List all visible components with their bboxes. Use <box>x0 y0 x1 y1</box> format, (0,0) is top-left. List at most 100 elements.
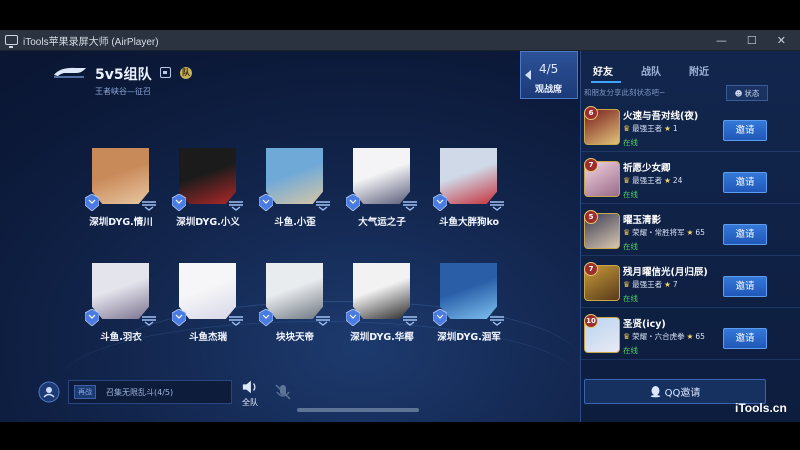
row-divider <box>581 359 800 360</box>
team-badge-icon[interactable]: 队 <box>180 67 192 79</box>
friend-rank: ♛ 荣耀・六合虎拳 ★ 65 <box>623 331 705 342</box>
friend-online-status: 在线 <box>623 242 638 251</box>
rank-badge-icon <box>432 308 448 327</box>
friend-row[interactable]: 10 圣贤(icy) ♛ 荣耀・六合虎拳 ★ 65 在线 邀请 <box>581 312 800 360</box>
status-share-input[interactable]: 和朋友分享此刻状态吧~ <box>584 87 724 98</box>
player-slot[interactable]: 深圳DYG.华椰 <box>344 263 420 363</box>
star-icon: ★ <box>664 280 671 289</box>
tab-nearby[interactable]: 附近 <box>689 63 709 78</box>
player-name: 大气运之子 <box>358 217 406 228</box>
watermark: iTools.cn <box>735 401 787 415</box>
rank-badge-icon <box>84 193 100 212</box>
spectator-label: 观战席 <box>535 85 563 95</box>
player-name: 斗鱼杰瑞 <box>188 332 227 343</box>
rank-crown-icon: ♛ <box>623 280 631 289</box>
friends-panel: 好友 战队 附近 和朋友分享此刻状态吧~ ☻ 状态 6 火速与吾对线(夜) ♛ 最强王… <box>580 51 800 422</box>
status-icon: ☻ <box>734 88 743 98</box>
friend-online-status: 在线 <box>623 346 638 355</box>
player-slot[interactable]: 大气运之子 <box>344 148 420 248</box>
friend-name: 圣贤(icy) <box>623 319 666 330</box>
star-icon: ★ <box>664 124 671 133</box>
position-swap-icon[interactable] <box>141 196 157 211</box>
player-name: 斗鱼.羽衣 <box>100 332 142 343</box>
player-name: 斗鱼大胖狗ko <box>438 217 500 228</box>
row-divider <box>581 151 800 152</box>
qq-penguin-icon <box>650 386 660 398</box>
room-settings-icon[interactable] <box>160 67 171 78</box>
chat-placeholder: 召集无限乱斗(4/5) <box>106 387 174 397</box>
mic-muted-button[interactable] <box>272 381 294 403</box>
star-icon: ★ <box>686 332 694 341</box>
team-voice-label: 全队 <box>242 398 258 407</box>
chat-channel-tag[interactable]: 再战 <box>74 385 96 399</box>
star-icon: ★ <box>686 228 694 237</box>
position-swap-icon[interactable] <box>402 311 418 326</box>
active-tab-indicator <box>591 81 621 83</box>
invite-button[interactable]: 邀请 <box>723 224 767 245</box>
player-slot[interactable]: 深圳DYG.小义 <box>170 148 246 248</box>
friend-level-badge: 6 <box>584 106 598 120</box>
friend-rank-title: 荣耀・常胜将军 <box>632 228 685 237</box>
rank-badge-icon <box>171 308 187 327</box>
player-name: 深圳DYG.情川 <box>89 217 153 228</box>
maximize-button[interactable]: ☐ <box>747 34 757 47</box>
status-button-label: 状态 <box>744 88 760 98</box>
rank-crown-icon: ♛ <box>623 332 631 341</box>
player-slot[interactable]: 深圳DYG.情川 <box>83 148 159 248</box>
player-slot[interactable]: 斗鱼.羽衣 <box>83 263 159 363</box>
minimize-button[interactable]: — <box>716 34 727 47</box>
status-button[interactable]: ☻ 状态 <box>726 85 768 101</box>
friend-star-count: 7 <box>672 280 678 289</box>
chat-input[interactable]: 再战 召集无限乱斗(4/5) <box>68 380 232 404</box>
player-name: 深圳DYG.小义 <box>176 217 240 228</box>
window-title: iTools苹果录屏大师 (AirPlayer) <box>23 36 159 48</box>
friend-online-status: 在线 <box>623 294 638 303</box>
spectator-seats-button[interactable]: 4/5 观战席 <box>520 51 578 99</box>
row-divider <box>581 307 800 308</box>
position-swap-icon[interactable] <box>228 196 244 211</box>
player-slot[interactable]: 深圳DYG.洄军 <box>431 263 507 363</box>
friend-row[interactable]: 7 残月曜信光(月归辰) ♛ 最强王者 ★ 7 在线 邀请 <box>581 260 800 308</box>
tab-team[interactable]: 战队 <box>641 63 661 78</box>
friend-row[interactable]: 6 火速与吾对线(夜) ♛ 最强王者 ★ 1 在线 邀请 <box>581 104 800 152</box>
player-slot[interactable]: 斗鱼杰瑞 <box>170 263 246 363</box>
rank-badge-icon <box>84 308 100 327</box>
friend-rank: ♛ 最强王者 ★ 7 <box>623 279 678 290</box>
friend-rank-title: 荣耀・六合虎拳 <box>632 332 685 341</box>
friend-row[interactable]: 5 曜玉清影 ♛ 荣耀・常胜将军 ★ 65 在线 邀请 <box>581 208 800 256</box>
rank-badge-icon <box>345 308 361 327</box>
friend-level-badge: 7 <box>584 262 598 276</box>
position-swap-icon[interactable] <box>315 196 331 211</box>
screen-cast-icon <box>5 35 18 48</box>
position-swap-icon[interactable] <box>228 311 244 326</box>
invite-button[interactable]: 邀请 <box>723 276 767 297</box>
friend-rank: ♛ 最强王者 ★ 1 <box>623 123 678 134</box>
player-slot[interactable]: 斗鱼大胖狗ko <box>431 148 507 248</box>
position-swap-icon[interactable] <box>141 311 157 326</box>
friend-name: 曜玉清影 <box>623 215 662 226</box>
friend-level-badge: 5 <box>584 210 598 224</box>
friend-star-count: 24 <box>672 176 683 185</box>
spectator-count: 4/5 <box>539 62 559 76</box>
position-swap-icon[interactable] <box>315 311 331 326</box>
letterbox-bottom <box>0 422 800 450</box>
friend-row[interactable]: 7 祈愿少女卿 ♛ 最强王者 ★ 24 在线 邀请 <box>581 156 800 204</box>
rank-badge-icon <box>171 193 187 212</box>
friend-online-status: 在线 <box>623 190 638 199</box>
rank-badge-icon <box>345 193 361 212</box>
invite-button[interactable]: 邀请 <box>723 328 767 349</box>
friend-rank-title: 最强王者 <box>632 280 663 289</box>
position-swap-icon[interactable] <box>402 196 418 211</box>
close-button[interactable]: ✕ <box>777 34 786 47</box>
position-swap-icon[interactable] <box>489 311 505 326</box>
position-swap-icon[interactable] <box>489 196 505 211</box>
back-button[interactable] <box>52 64 88 82</box>
invite-button[interactable]: 邀请 <box>723 120 767 141</box>
invite-button[interactable]: 邀请 <box>723 172 767 193</box>
tab-friends[interactable]: 好友 <box>593 63 613 78</box>
rank-badge-icon <box>432 193 448 212</box>
game-screen: 5v5组队 队 王者峡谷—征召 4/5 观战席 深圳DYG.情川 深圳DYG.小义… <box>0 51 800 422</box>
player-slot[interactable]: 块块天帝 <box>257 263 333 363</box>
player-slot[interactable]: 斗鱼.小歪 <box>257 148 333 248</box>
voice-chat-icon[interactable] <box>38 381 60 403</box>
